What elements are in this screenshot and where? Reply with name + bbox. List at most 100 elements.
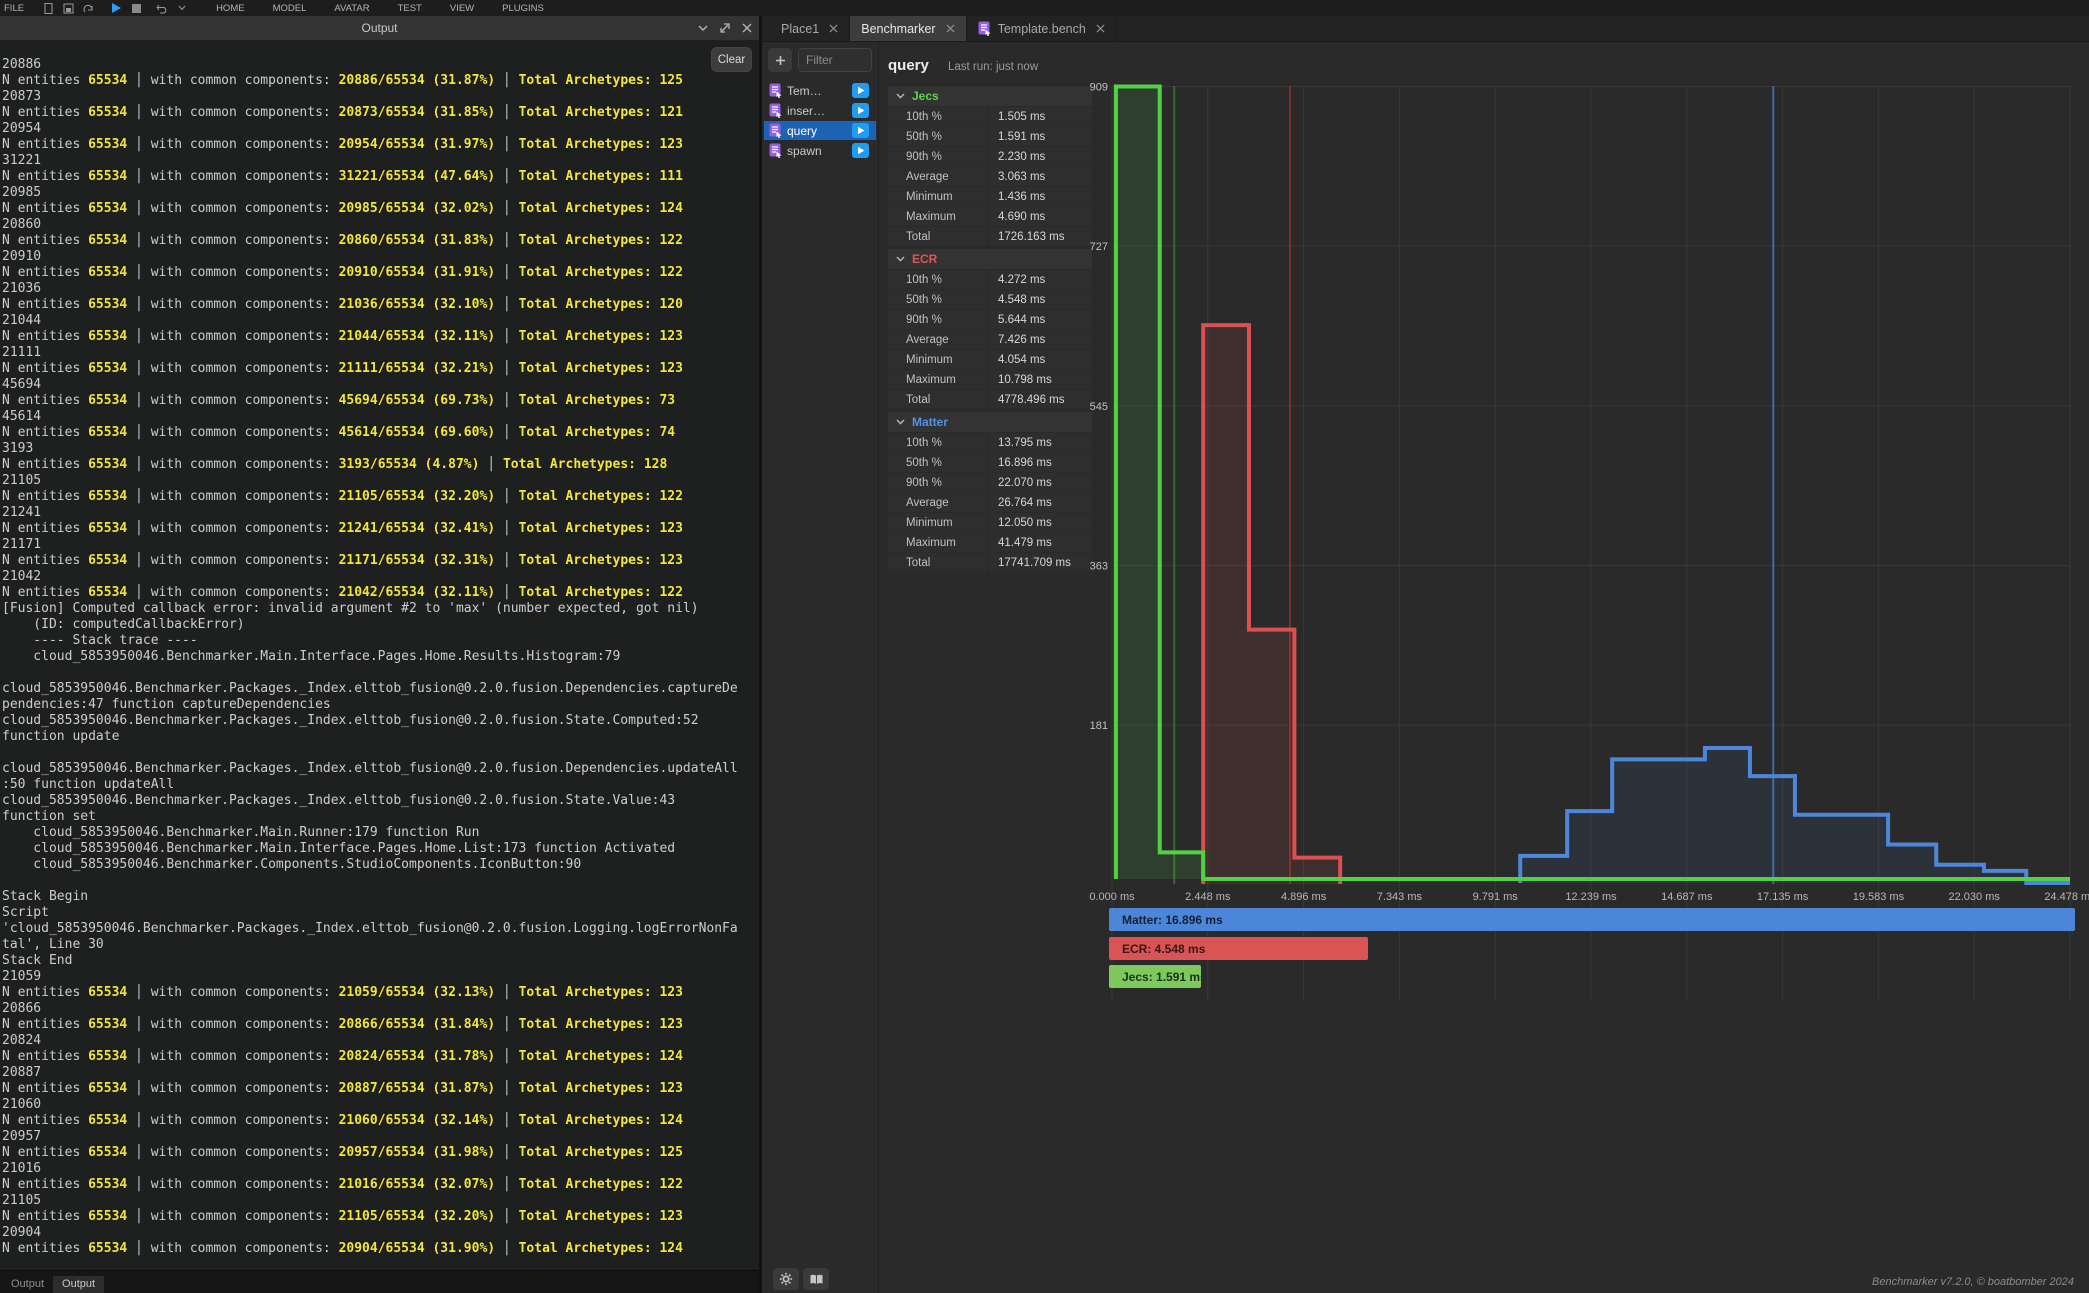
stat-label: 50th % bbox=[888, 453, 987, 472]
output-line: 20860 bbox=[2, 217, 759, 233]
stats-section-jecs[interactable]: Jecs bbox=[888, 86, 1092, 106]
new-file-icon[interactable] bbox=[38, 3, 58, 14]
stat-value: 1.436 ms bbox=[989, 187, 1092, 206]
chevron-down-icon[interactable] bbox=[698, 25, 708, 31]
editor-tab-bar: Place1 Benchmarker Template.bench bbox=[762, 16, 2089, 42]
output-line: cloud_5853950046.Benchmarker.Main.Interf… bbox=[2, 841, 759, 857]
menu-file[interactable]: FILE bbox=[0, 3, 38, 14]
stat-value: 4.054 ms bbox=[989, 350, 1092, 369]
menu-home[interactable]: HOME bbox=[202, 3, 259, 14]
close-icon[interactable] bbox=[946, 24, 955, 33]
x-axis-tick: 12.239 ms bbox=[1565, 891, 1617, 903]
y-axis-tick: 909 bbox=[1090, 82, 1108, 94]
output-line: cloud_5853950046.Benchmarker.Packages._I… bbox=[2, 761, 759, 777]
popout-window-icon[interactable] bbox=[719, 22, 731, 34]
output-line: N entities 65534 │ with common component… bbox=[2, 297, 759, 313]
output-line: Stack Begin bbox=[2, 889, 759, 905]
benchmark-item-tem[interactable]: Tem… bbox=[764, 81, 876, 100]
tab-template-bench[interactable]: Template.bench bbox=[967, 16, 1117, 41]
stat-value: 4.548 ms bbox=[989, 290, 1092, 309]
output-line: N entities 65534 │ with common component… bbox=[2, 233, 759, 249]
menu-plugins[interactable]: PLUGINS bbox=[488, 3, 558, 14]
output-line: [Fusion] Computed callback error: invali… bbox=[2, 601, 759, 617]
undo-button[interactable] bbox=[152, 3, 172, 14]
run-benchmark-button[interactable] bbox=[852, 83, 869, 98]
stat-value: 22.070 ms bbox=[989, 473, 1092, 492]
output-line: N entities 65534 │ with common component… bbox=[2, 73, 759, 89]
legend-matter: Matter: 16.896 ms bbox=[1109, 908, 2075, 931]
output-line: N entities 65534 │ with common component… bbox=[2, 489, 759, 505]
stop-button[interactable] bbox=[126, 4, 146, 13]
run-benchmark-button[interactable] bbox=[852, 123, 869, 138]
output-line: 21044 bbox=[2, 313, 759, 329]
y-axis-tick: 363 bbox=[1090, 561, 1108, 573]
menu-avatar[interactable]: AVATAR bbox=[320, 3, 383, 14]
x-axis-tick: 7.343 ms bbox=[1377, 891, 1423, 903]
output-line: N entities 65534 │ with common component… bbox=[2, 393, 759, 409]
output-line: function set bbox=[2, 809, 759, 825]
run-benchmark-button[interactable] bbox=[852, 103, 869, 118]
benchmark-item-query[interactable]: query bbox=[764, 121, 876, 140]
dock-tab-output[interactable]: Output bbox=[2, 1276, 53, 1293]
tab-label: Benchmarker bbox=[861, 22, 935, 36]
publish-icon[interactable] bbox=[78, 3, 98, 14]
stats-section-matter[interactable]: Matter bbox=[888, 412, 1092, 432]
redo-dropdown-icon[interactable] bbox=[172, 5, 192, 11]
output-line: Script bbox=[2, 905, 759, 921]
settings-button[interactable] bbox=[773, 1268, 799, 1290]
play-icon bbox=[857, 146, 865, 155]
stat-label: Average bbox=[888, 493, 987, 512]
output-line: N entities 65534 │ with common component… bbox=[2, 361, 759, 377]
stat-value: 10.798 ms bbox=[989, 370, 1092, 389]
play-icon bbox=[857, 86, 865, 95]
play-button[interactable] bbox=[106, 2, 126, 14]
add-benchmark-button[interactable] bbox=[768, 48, 792, 72]
output-line: 21036 bbox=[2, 281, 759, 297]
filter-input[interactable] bbox=[798, 48, 872, 72]
x-axis-tick: 22.030 ms bbox=[1949, 891, 2001, 903]
stat-value: 4.272 ms bbox=[989, 270, 1092, 289]
dock-tab-output[interactable]: Output bbox=[53, 1276, 104, 1293]
clear-output-button[interactable]: Clear bbox=[711, 47, 752, 72]
output-line: 45694 bbox=[2, 377, 759, 393]
x-axis-tick: 14.687 ms bbox=[1661, 891, 1713, 903]
output-log[interactable]: 20886N entities 65534 │ with common comp… bbox=[0, 40, 759, 1285]
close-icon[interactable] bbox=[1096, 24, 1105, 33]
stat-label: 90th % bbox=[888, 473, 987, 492]
output-line: N entities 65534 │ with common component… bbox=[2, 1241, 759, 1257]
benchmark-item-spawn[interactable]: spawn bbox=[764, 141, 876, 160]
column-divider bbox=[878, 42, 879, 1293]
output-panel-header[interactable]: Output bbox=[0, 16, 759, 40]
benchmark-item-label: inser… bbox=[787, 104, 825, 118]
output-line: 20866 bbox=[2, 1001, 759, 1017]
output-line: N entities 65534 │ with common component… bbox=[2, 457, 759, 473]
benchmark-item-inser[interactable]: inser… bbox=[764, 101, 876, 120]
stat-label: Average bbox=[888, 167, 987, 186]
stat-label: 90th % bbox=[888, 147, 987, 166]
stat-label: Minimum bbox=[888, 187, 987, 206]
script-icon bbox=[769, 83, 782, 98]
output-line: N entities 65534 │ with common component… bbox=[2, 985, 759, 1001]
output-line: pendencies:47 function captureDependenci… bbox=[2, 697, 759, 713]
tab-benchmarker[interactable]: Benchmarker bbox=[850, 16, 966, 41]
stats-section-name: ECR bbox=[912, 252, 937, 266]
stat-value: 1.505 ms bbox=[989, 107, 1092, 126]
x-axis-tick: 0.000 ms bbox=[1089, 891, 1135, 903]
stat-value: 1.591 ms bbox=[989, 127, 1092, 146]
menu-view[interactable]: VIEW bbox=[436, 3, 488, 14]
menu-model[interactable]: MODEL bbox=[259, 3, 321, 14]
close-icon[interactable] bbox=[829, 24, 838, 33]
stats-section-ecr[interactable]: ECR bbox=[888, 249, 1092, 269]
output-line: function update bbox=[2, 729, 759, 745]
y-axis-tick: 727 bbox=[1090, 241, 1108, 253]
save-icon[interactable] bbox=[58, 3, 78, 14]
close-icon[interactable] bbox=[742, 23, 752, 33]
output-line: tal', Line 30 bbox=[2, 937, 759, 953]
menu-test[interactable]: TEST bbox=[384, 3, 436, 14]
stat-value: 2.230 ms bbox=[989, 147, 1092, 166]
tab-place1[interactable]: Place1 bbox=[770, 16, 850, 41]
docs-button[interactable] bbox=[803, 1268, 829, 1290]
run-benchmark-button[interactable] bbox=[852, 143, 869, 158]
output-line: 20886 bbox=[2, 57, 759, 73]
output-line: 21111 bbox=[2, 345, 759, 361]
